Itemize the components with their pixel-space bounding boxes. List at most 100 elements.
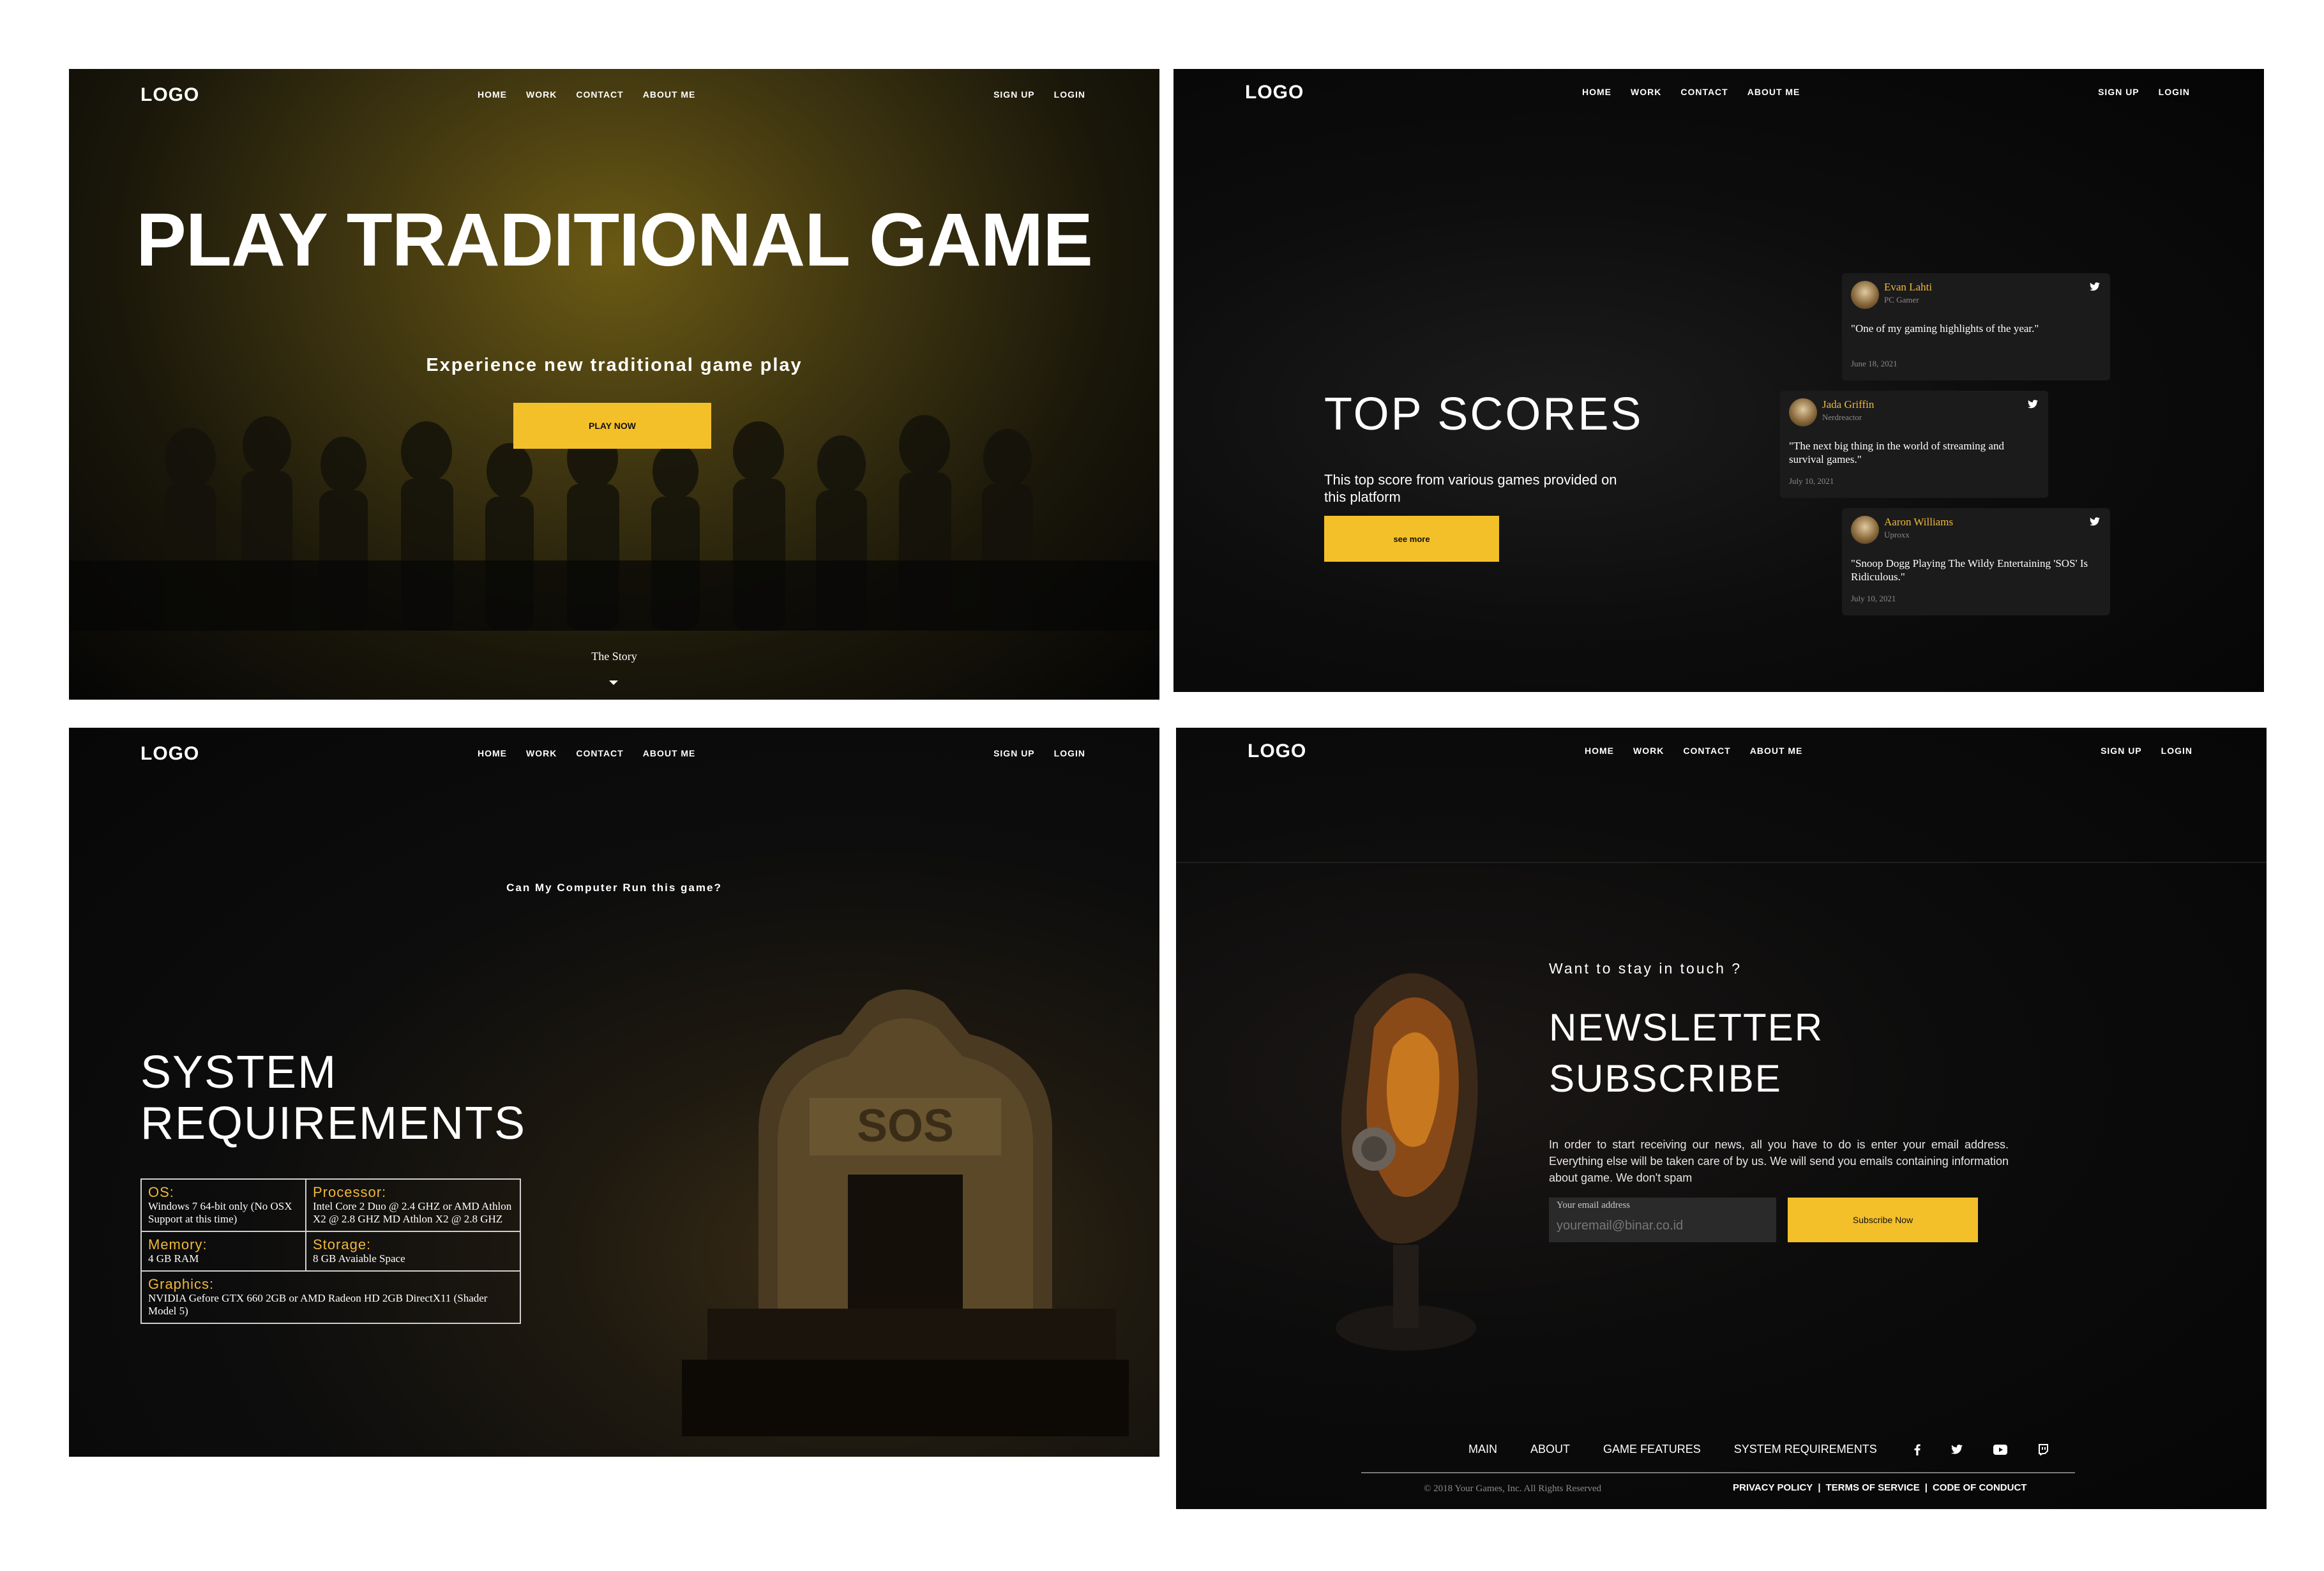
facebook-icon[interactable] <box>1914 1444 1920 1455</box>
nav-contact-link[interactable]: CONTACT <box>576 89 623 100</box>
nav-work-link[interactable]: WORK <box>1633 746 1664 756</box>
sign-up-link[interactable]: SIGN UP <box>2098 87 2139 97</box>
os-cell: OS: Windows 7 64-bit only (No OSX Suppor… <box>142 1180 306 1231</box>
twitter-icon[interactable] <box>2090 517 2100 526</box>
nav-home-link[interactable]: HOME <box>478 748 507 758</box>
sign-up-link[interactable]: SIGN UP <box>993 89 1035 100</box>
top-nav: LOGO HOME WORK CONTACT ABOUT ME SIGN UP … <box>69 69 1159 124</box>
see-more-button[interactable]: see more <box>1324 516 1499 562</box>
processor-value: Intel Core 2 Duo @ 2.4 GHZ or AMD Athlon… <box>313 1200 512 1225</box>
system-title: SYSTEM REQUIREMENTS <box>140 1047 526 1149</box>
svg-text:SOS: SOS <box>857 1101 954 1152</box>
subscribe-now-button[interactable]: Subscribe Now <box>1788 1198 1978 1242</box>
table-row: Memory: 4 GB RAM Storage: 8 GB Avaiable … <box>142 1232 520 1272</box>
footer-about-link[interactable]: ABOUT <box>1530 1443 1570 1456</box>
table-row: OS: Windows 7 64-bit only (No OSX Suppor… <box>142 1180 520 1232</box>
terms-of-service-link[interactable]: TERMS OF SERVICE <box>1826 1482 1920 1493</box>
email-label: Your email address <box>1557 1200 1631 1210</box>
nav-about-link[interactable]: ABOUT ME <box>643 748 696 758</box>
reviewer-name: Jada Griffin <box>1822 398 1875 410</box>
memory-label: Memory: <box>148 1237 207 1252</box>
logo[interactable]: LOGO <box>140 84 199 106</box>
nav-auth: SIGN UP LOGIN <box>993 89 1085 100</box>
nav-links: HOME WORK CONTACT ABOUT ME <box>1582 87 1800 97</box>
os-value: Windows 7 64-bit only (No OSX Support at… <box>148 1200 292 1225</box>
nav-contact-link[interactable]: CONTACT <box>1683 746 1730 756</box>
youtube-icon[interactable] <box>1993 1444 2007 1455</box>
twitter-icon[interactable] <box>2090 282 2100 291</box>
header-divider <box>1176 862 2267 863</box>
nav-about-link[interactable]: ABOUT ME <box>1750 746 1803 756</box>
review-card: Evan Lahti PC Gamer "One of my gaming hi… <box>1842 273 2110 380</box>
reviewer-outlet: Uproxx <box>1884 530 1910 539</box>
newsletter-title-line1: NEWSLETTER <box>1549 1006 1824 1049</box>
footer-game-features-link[interactable]: GAME FEATURES <box>1603 1443 1701 1456</box>
nav-auth: SIGN UP LOGIN <box>2098 87 2190 97</box>
footer-main-link[interactable]: MAIN <box>1468 1443 1497 1456</box>
login-link[interactable]: LOGIN <box>2159 87 2190 97</box>
nav-home-link[interactable]: HOME <box>1585 746 1614 756</box>
top-scores-panel: LOGO HOME WORK CONTACT ABOUT ME SIGN UP … <box>1173 69 2264 692</box>
nav-work-link[interactable]: WORK <box>526 89 557 100</box>
nav-home-link[interactable]: HOME <box>1582 87 1611 97</box>
logo[interactable]: LOGO <box>140 743 199 765</box>
email-field-box: Your email address <box>1549 1198 1776 1242</box>
footer-divider <box>1361 1472 2075 1473</box>
review-card: Jada Griffin Nerdreactor "The next big t… <box>1780 391 2048 498</box>
logo[interactable]: LOGO <box>1245 82 1304 103</box>
nav-work-link[interactable]: WORK <box>1631 87 1661 97</box>
graphics-value: NVIDIA Gefore GTX 660 2GB or AMD Radeon … <box>148 1292 488 1317</box>
logo[interactable]: LOGO <box>1248 740 1306 762</box>
twitter-icon[interactable] <box>1950 1445 1963 1454</box>
top-scores-description: This top score from various games provid… <box>1324 472 1617 505</box>
twitter-icon[interactable] <box>2028 400 2038 409</box>
reviewer-outlet: PC Gamer <box>1884 295 1919 304</box>
nav-home-link[interactable]: HOME <box>478 89 507 100</box>
processor-cell: Processor: Intel Core 2 Duo @ 2.4 GHZ or… <box>306 1180 520 1231</box>
login-link[interactable]: LOGIN <box>1054 89 1085 100</box>
code-of-conduct-link[interactable]: CODE OF CONDUCT <box>1933 1482 2027 1493</box>
review-date: June 18, 2021 <box>1851 359 1898 368</box>
footer-system-requirements-link[interactable]: SYSTEM REQUIREMENTS <box>1734 1443 1877 1456</box>
copyright-text: © 2018 Your Games, Inc. All Rights Reser… <box>1424 1484 1602 1494</box>
nav-contact-link[interactable]: CONTACT <box>576 748 623 758</box>
top-nav: LOGO HOME WORK CONTACT ABOUT ME SIGN UP … <box>69 728 1159 783</box>
newsletter-title: NEWSLETTER SUBSCRIBE <box>1549 1002 1823 1104</box>
table-row: Graphics: NVIDIA Gefore GTX 660 2GB or A… <box>142 1272 520 1323</box>
nav-contact-link[interactable]: CONTACT <box>1680 87 1728 97</box>
review-quote: "Snoop Dogg Playing The Wildy Entertaini… <box>1851 557 2088 583</box>
caret-down-icon[interactable] <box>609 680 618 685</box>
system-question: Can My Computer Run this game? <box>506 882 722 894</box>
hero-panel: LOGO HOME WORK CONTACT ABOUT ME SIGN UP … <box>69 69 1159 700</box>
privacy-policy-link[interactable]: PRIVACY POLICY <box>1733 1482 1813 1493</box>
hero-title: PLAY TRADITIONAL GAME <box>136 198 1093 282</box>
nav-work-link[interactable]: WORK <box>526 748 557 758</box>
reviewer-name: Aaron Williams <box>1884 516 1954 528</box>
memory-value: 4 GB RAM <box>148 1252 199 1265</box>
email-input[interactable] <box>1557 1214 1767 1237</box>
storage-label: Storage: <box>313 1237 372 1252</box>
system-requirements-panel: SOS LOGO HOME WORK CONTACT ABOUT ME SIGN… <box>69 728 1159 1457</box>
legal-separator: | <box>1924 1482 1928 1493</box>
login-link[interactable]: LOGIN <box>1054 748 1085 758</box>
nav-links: HOME WORK CONTACT ABOUT ME <box>478 89 695 100</box>
review-card: Aaron Williams Uproxx "Snoop Dogg Playin… <box>1842 508 2110 615</box>
top-nav: LOGO HOME WORK CONTACT ABOUT ME SIGN UP … <box>1176 728 2267 783</box>
skull-artifact-illustration <box>1336 973 1478 1351</box>
storage-value: 8 GB Avaiable Space <box>313 1252 405 1265</box>
twitch-icon[interactable] <box>2038 1443 2048 1455</box>
sign-up-link[interactable]: SIGN UP <box>2101 746 2142 756</box>
reviewer-outlet: Nerdreactor <box>1822 412 1862 422</box>
play-now-button[interactable]: PLAY NOW <box>513 403 711 449</box>
nav-about-link[interactable]: ABOUT ME <box>643 89 696 100</box>
sign-up-link[interactable]: SIGN UP <box>993 748 1035 758</box>
requirements-table: OS: Windows 7 64-bit only (No OSX Suppor… <box>140 1178 521 1324</box>
nav-links: HOME WORK CONTACT ABOUT ME <box>478 748 695 758</box>
hero-subtitle: Experience new traditional game play <box>426 355 803 375</box>
the-story-link[interactable]: The Story <box>69 650 1159 663</box>
login-link[interactable]: LOGIN <box>2161 746 2192 756</box>
top-nav: LOGO HOME WORK CONTACT ABOUT ME SIGN UP … <box>1173 69 2264 124</box>
footer-nav: MAIN ABOUT GAME FEATURES SYSTEM REQUIREM… <box>1468 1443 2048 1456</box>
nav-about-link[interactable]: ABOUT ME <box>1747 87 1800 97</box>
graphics-cell: Graphics: NVIDIA Gefore GTX 660 2GB or A… <box>142 1272 520 1323</box>
